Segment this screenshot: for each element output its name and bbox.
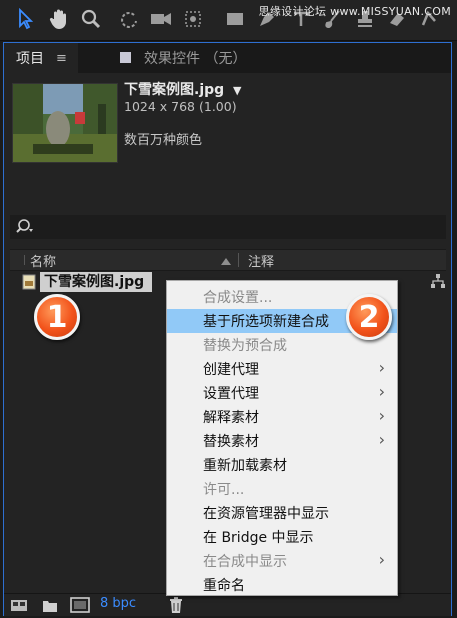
rectangle-tool-icon[interactable] xyxy=(224,8,246,30)
search-icon xyxy=(16,218,36,240)
footage-thumbnail xyxy=(12,83,118,163)
panel-tabbar: 项目 ≡ 效果控件 （无） xyxy=(4,43,451,73)
menu-item[interactable]: 重命名 xyxy=(167,573,397,597)
menu-item[interactable]: 在资源管理器中显示 xyxy=(167,501,397,525)
column-headers: 名称 注释 xyxy=(10,249,446,271)
menu-item-label: 解释素材 xyxy=(203,410,259,426)
menu-item-label: 在 Bridge 中显示 xyxy=(203,530,314,546)
column-divider[interactable] xyxy=(238,253,239,267)
flowchart-icon[interactable] xyxy=(430,273,446,293)
menu-item-label: 替换素材 xyxy=(203,434,259,450)
menu-item[interactable]: 设置代理 › xyxy=(167,381,397,405)
menu-item[interactable]: 替换素材 › xyxy=(167,429,397,453)
tab-effect-controls[interactable]: 效果控件 （无） xyxy=(82,43,246,73)
menu-item[interactable]: 解释素材 › xyxy=(167,405,397,429)
sort-ascending-icon[interactable] xyxy=(220,255,232,270)
submenu-arrow-icon: › xyxy=(378,358,385,377)
pan-behind-tool-icon[interactable] xyxy=(182,8,204,30)
interpret-footage-icon[interactable] xyxy=(10,597,30,617)
submenu-arrow-icon: › xyxy=(378,550,385,569)
column-name[interactable]: 名称 xyxy=(30,251,56,270)
new-composition-icon[interactable] xyxy=(70,597,90,617)
rotate-tool-icon[interactable] xyxy=(118,8,140,30)
tab-project[interactable]: 项目 ≡ xyxy=(4,43,78,73)
trash-icon[interactable] xyxy=(168,596,184,618)
menu-item[interactable]: 重新加载素材 xyxy=(167,453,397,477)
menu-item-label: 许可... xyxy=(203,482,245,498)
new-folder-icon[interactable] xyxy=(42,598,58,617)
step-badge-2: 2 xyxy=(346,294,392,340)
effect-controls-icon xyxy=(120,52,131,63)
menu-item-label: 创建代理 xyxy=(203,362,259,378)
menu-item: 在合成中显示 › xyxy=(167,549,397,573)
menu-item-label: 设置代理 xyxy=(203,386,259,402)
tools-toolbar: 思缘设计论坛 www.MISSYUAN.COM xyxy=(0,0,457,41)
tab-project-label: 项目 xyxy=(16,51,44,67)
tab-effect-controls-label: 效果控件 （无） xyxy=(144,51,247,67)
camera-tool-icon[interactable] xyxy=(150,8,172,30)
footage-name-text: 下雪案例图.jpg xyxy=(124,82,225,98)
panel-menu-icon[interactable]: ≡ xyxy=(56,51,67,66)
menu-item-label: 在资源管理器中显示 xyxy=(203,506,329,522)
file-name[interactable]: 下雪案例图.jpg xyxy=(40,272,153,292)
zoom-tool-icon[interactable] xyxy=(80,8,102,30)
selection-tool-icon[interactable] xyxy=(14,8,36,30)
submenu-arrow-icon: › xyxy=(378,382,385,401)
footage-dropdown-icon[interactable]: ▼ xyxy=(233,84,241,97)
bit-depth-button[interactable]: 8 bpc xyxy=(100,596,136,611)
footage-dimensions: 1024 x 768 (1.00) xyxy=(124,99,237,114)
menu-item-label: 基于所选项新建合成 xyxy=(203,314,329,330)
menu-item[interactable]: 在 Bridge 中显示 xyxy=(167,525,397,549)
menu-item-label: 替换为预合成 xyxy=(203,338,287,354)
hand-tool-icon[interactable] xyxy=(48,8,70,30)
menu-item-label: 重命名 xyxy=(203,578,245,594)
submenu-arrow-icon: › xyxy=(378,430,385,449)
menu-item-label: 在合成中显示 xyxy=(203,554,287,570)
menu-item-label: 重新加载素材 xyxy=(203,458,287,474)
label-column-icon[interactable] xyxy=(16,255,25,265)
step-badge-1: 1 xyxy=(34,294,80,340)
watermark-text: 思缘设计论坛 www.MISSYUAN.COM xyxy=(258,5,451,18)
menu-item[interactable]: 创建代理 › xyxy=(167,357,397,381)
submenu-arrow-icon: › xyxy=(378,406,385,425)
menu-item: 许可... xyxy=(167,477,397,501)
footage-name: 下雪案例图.jpg ▼ xyxy=(124,79,242,99)
column-comment[interactable]: 注释 xyxy=(248,251,274,270)
footage-colors: 数百万种颜色 xyxy=(124,133,203,148)
search-input[interactable] xyxy=(10,215,446,239)
menu-item-label: 合成设置... xyxy=(203,290,273,306)
file-icon xyxy=(22,274,36,294)
